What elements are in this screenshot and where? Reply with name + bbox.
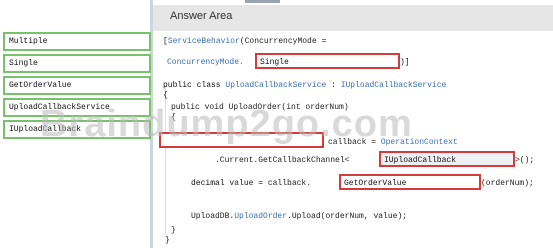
code-line-2-suffix: )]: [400, 58, 410, 67]
code-line-1: [ServiceBehavior(ConcurrencyMode =: [163, 37, 327, 46]
attr-service-behavior: ServiceBehavior: [167, 37, 240, 46]
code-line-11: }: [171, 226, 176, 235]
option-multiple[interactable]: Multiple: [3, 32, 151, 51]
answer-area-title: Answer Area: [170, 10, 233, 22]
option-single[interactable]: Single: [3, 54, 151, 73]
drop-slot-callback-channel[interactable]: IUploadCallback: [379, 151, 515, 167]
code-line-8: .Current.GetCallbackChannel<: [215, 156, 350, 165]
drop-slot-concurrency-mode[interactable]: Single: [255, 53, 400, 69]
top-grip: [245, 0, 280, 3]
drop-slot-callback-method[interactable]: GetOrderValue: [339, 174, 481, 190]
code-line-8-suffix: >();: [515, 156, 535, 165]
code-line-3: public class UploadCallbackService : IUp…: [163, 81, 447, 90]
option-getordervalue[interactable]: GetOrderValue: [3, 76, 151, 95]
code-line-4: {: [163, 91, 168, 100]
watermark: Braindump2go.com: [40, 103, 413, 145]
code-line-12: }: [165, 236, 170, 245]
code-line-9: decimal value = callback.: [191, 179, 312, 188]
code-line-10: UploadDB.UploadOrder.Upload(orderNum, va…: [191, 212, 408, 221]
code-line-2: ConcurrencyMode.: [167, 58, 244, 67]
code-line-9-suffix: (orderNum);: [481, 179, 534, 188]
